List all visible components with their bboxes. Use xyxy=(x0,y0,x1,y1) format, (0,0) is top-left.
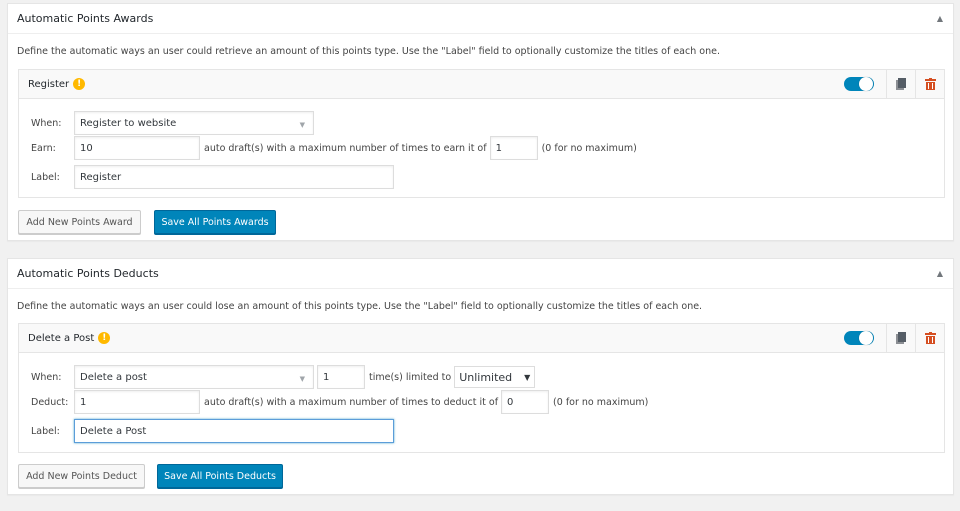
label-row: Label: xyxy=(19,165,394,189)
duplicate-button[interactable] xyxy=(886,70,915,98)
enable-toggle[interactable] xyxy=(844,331,874,345)
automatic-points-deducts-panel: Automatic Points Deducts ▲ Define the au… xyxy=(7,258,954,495)
panel-header: Automatic Points Deducts ▲ xyxy=(8,259,953,289)
max-times-input[interactable] xyxy=(489,136,538,160)
automatic-points-awards-panel: Automatic Points Awards ▲ Define the aut… xyxy=(7,3,954,241)
label-input[interactable] xyxy=(74,419,394,443)
panel-title: Automatic Points Awards xyxy=(17,12,154,25)
limit-select-value: Unlimited xyxy=(459,370,513,384)
when-row: When: Register to website ▼ xyxy=(19,111,314,135)
label-label: Label: xyxy=(31,171,60,183)
label-label: Label: xyxy=(31,425,60,437)
copy-icon xyxy=(896,78,906,90)
when-select[interactable]: Delete a post ▼ xyxy=(74,365,314,389)
panel-description: Define the automatic ways an user could … xyxy=(17,46,720,57)
copy-icon xyxy=(896,332,906,344)
deduct-label: Deduct: xyxy=(31,396,69,408)
label-row: Label: xyxy=(19,419,394,443)
when-label: When: xyxy=(31,371,62,383)
item-title: Register xyxy=(28,78,70,90)
item-header[interactable]: Delete a Post ! xyxy=(19,324,944,353)
earn-suffix-text: auto draft(s) with a maximum number of t… xyxy=(204,142,487,154)
when-label: When: xyxy=(31,117,62,129)
add-new-points-award-button[interactable]: Add New Points Award xyxy=(18,210,141,234)
trash-icon xyxy=(924,78,936,90)
toggle-knob xyxy=(859,77,873,91)
item-title: Delete a Post xyxy=(28,332,95,344)
when-select-value: Delete a post xyxy=(80,371,147,383)
toggle-knob xyxy=(859,331,873,345)
item-actions xyxy=(844,70,944,98)
when-select[interactable]: Register to website ▼ xyxy=(74,111,314,135)
deduct-row: Deduct: auto draft(s) with a maximum num… xyxy=(19,390,651,414)
points-award-item: Register ! When: Register to website ▼ E… xyxy=(18,69,945,198)
warning-icon: ! xyxy=(73,78,86,90)
points-deduct-item: Delete a Post ! When: Delete a post ▼ 1 … xyxy=(18,323,945,453)
earn-row: Earn: auto draft(s) with a maximum numbe… xyxy=(19,136,640,160)
warning-icon: ! xyxy=(98,332,111,344)
panel-title: Automatic Points Deducts xyxy=(17,267,159,280)
times-limited-text: time(s) limited to xyxy=(369,371,452,383)
save-all-points-awards-button[interactable]: Save All Points Awards xyxy=(154,210,276,234)
toggle-wrap xyxy=(844,324,880,352)
times-input[interactable] xyxy=(317,365,365,389)
collapse-toggle-icon[interactable]: ▲ xyxy=(937,269,943,278)
add-new-points-deduct-button[interactable]: Add New Points Deduct xyxy=(18,464,145,488)
duplicate-button[interactable] xyxy=(886,324,915,352)
item-actions xyxy=(844,324,944,352)
panel-header: Automatic Points Awards ▲ xyxy=(8,4,953,34)
panel-description: Define the automatic ways an user could … xyxy=(17,301,703,312)
deduct-suffix-text: auto draft(s) with a maximum number of t… xyxy=(204,396,499,408)
delete-button[interactable] xyxy=(915,70,944,98)
item-header[interactable]: Register ! xyxy=(19,70,944,99)
when-select-value: Register to website xyxy=(80,117,177,129)
chevron-down-icon: ▼ xyxy=(299,121,305,129)
earn-input[interactable] xyxy=(74,136,200,160)
save-all-points-deducts-button[interactable]: Save All Points Deducts xyxy=(157,464,283,488)
limit-select[interactable]: Unlimited ▼ xyxy=(454,366,536,388)
when-row: When: Delete a post ▼ time(s) limited to… xyxy=(19,365,536,389)
chevron-down-icon: ▼ xyxy=(299,375,305,383)
max-times-input[interactable] xyxy=(501,390,550,414)
collapse-toggle-icon[interactable]: ▲ xyxy=(937,14,943,23)
dropdown-arrow-icon: ▼ xyxy=(524,372,531,382)
toggle-wrap xyxy=(844,70,880,98)
label-input[interactable] xyxy=(74,165,394,189)
deduct-input[interactable] xyxy=(74,390,200,414)
delete-button[interactable] xyxy=(915,324,944,352)
max-hint-text: (0 for no maximum) xyxy=(541,142,637,154)
enable-toggle[interactable] xyxy=(844,77,874,91)
earn-label: Earn: xyxy=(31,142,56,154)
max-hint-text: (0 for no maximum) xyxy=(553,396,649,408)
trash-icon xyxy=(924,332,936,344)
